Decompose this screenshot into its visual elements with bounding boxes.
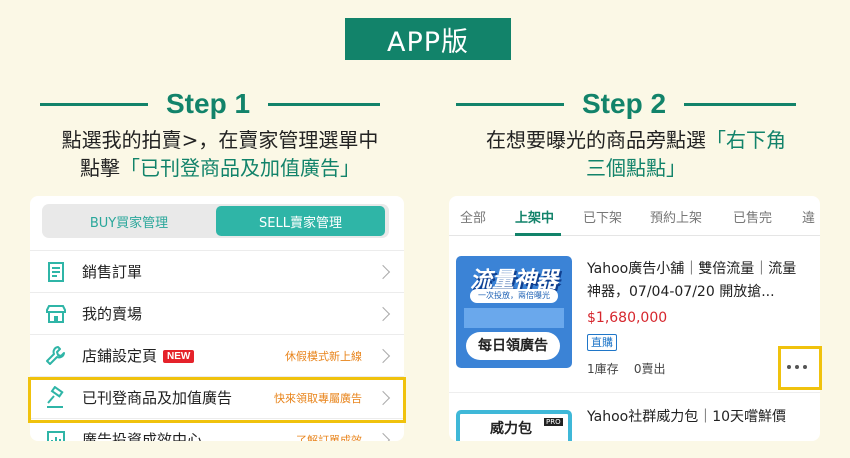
highlight-box <box>28 377 406 423</box>
tab-violation[interactable]: 違 <box>802 207 815 226</box>
tab-sold-out[interactable]: 已售完 <box>733 207 772 226</box>
sell-manage-tab[interactable]: SELL賣家管理 <box>216 206 385 236</box>
thumbnail-cta: 每日領廣告 <box>466 332 560 360</box>
step1-title: Step 1 <box>166 88 251 119</box>
step1-description: 點選我的拍賣>，在賣家管理選單中 點擊「已刊登商品及加值廣告」 <box>20 126 420 182</box>
status-tabs: 全部 上架中 已下架 預約上架 已售完 違 <box>449 196 820 236</box>
menu-item-sales-orders[interactable]: 銷售訂單 <box>30 250 404 292</box>
thumbnail-graphic <box>464 308 564 328</box>
divider-line <box>268 102 381 106</box>
row-divider <box>449 392 820 393</box>
product-stats: 1庫存 0賣出 <box>587 360 666 377</box>
thumbnail-title: 威力包 <box>490 421 532 437</box>
chevron-right-icon <box>375 348 391 363</box>
product-title[interactable]: Yahoo廣告小舖｜雙倍流量｜流量神器，07/04-07/20 開放搶... <box>587 258 809 304</box>
divider-line <box>40 102 148 106</box>
product-price: $1,680,000 <box>587 310 668 326</box>
app-version-badge: APP版 <box>345 18 511 60</box>
buy-type-tag: 直購 <box>587 334 617 351</box>
step2-desc-highlight1: 「右下角 <box>706 128 786 152</box>
highlight-box <box>778 346 822 390</box>
step2-title: Step 2 <box>582 88 667 119</box>
step2-description: 在想要曝光的商品旁點選「右下角 三個點點」 <box>434 126 838 182</box>
step2-desc-highlight2: 三個點點」 <box>586 156 686 180</box>
divider-line <box>456 102 564 106</box>
step2-desc-prefix: 在想要曝光的商品旁點選 <box>486 128 706 152</box>
menu-item-note: 了解訂單成效 <box>296 433 362 442</box>
product-thumbnail[interactable]: 流量神器 一次投放，兩倍曝光 每日領廣告 <box>456 256 572 368</box>
thumbnail-tag: PRO <box>544 418 563 426</box>
menu-item-note: 休假模式新上線 <box>285 349 362 363</box>
product-title[interactable]: Yahoo社群威力包｜10天嚐鮮價 <box>587 406 809 429</box>
menu-item-label: 廣告投資成效中心 <box>82 431 203 441</box>
product-list-panel: 全部 上架中 已下架 預約上架 已售完 違 流量神器 一次投放，兩倍曝光 每日領… <box>449 196 820 441</box>
menu-item-store-settings[interactable]: 店鋪設定頁 NEW 休假模式新上線 <box>30 334 404 376</box>
tab-listed[interactable]: 上架中 <box>515 207 554 226</box>
product-thumbnail[interactable]: 威力包 PRO <box>456 410 572 441</box>
chevron-right-icon <box>375 432 391 441</box>
menu-item-label: 店鋪設定頁 NEW <box>82 345 195 366</box>
thumbnail-subtitle: 一次投放，兩倍曝光 <box>470 289 558 303</box>
menu-item-label: 銷售訂單 <box>82 263 143 281</box>
menu-item-label: 我的賣場 <box>82 305 143 323</box>
step1-desc-prefix: 點擊 <box>80 156 120 180</box>
store-icon <box>46 304 66 323</box>
step2-desc-line1: 在想要曝光的商品旁點選「右下角 <box>434 126 838 154</box>
chart-icon <box>47 430 65 441</box>
step1-heading: Step 1 <box>40 86 396 122</box>
wrench-icon <box>46 345 65 365</box>
buy-sell-toggle: BUY買家管理 SELL賣家管理 <box>42 204 389 238</box>
buy-manage-tab[interactable]: BUY買家管理 <box>42 204 216 238</box>
stock-count: 1庫存 <box>587 362 619 376</box>
tab-scheduled[interactable]: 預約上架 <box>650 207 702 226</box>
menu-item-my-store[interactable]: 我的賣場 <box>30 292 404 334</box>
step1-desc-line1: 點選我的拍賣>，在賣家管理選單中 <box>61 128 379 152</box>
tab-delisted[interactable]: 已下架 <box>583 207 622 226</box>
tab-all[interactable]: 全部 <box>460 207 486 226</box>
new-badge: NEW <box>163 350 195 363</box>
step2-heading: Step 2 <box>456 86 816 122</box>
receipt-icon <box>48 261 64 282</box>
menu-item-text: 店鋪設定頁 <box>82 347 158 365</box>
active-tab-underline <box>515 233 561 236</box>
step1-desc-highlight: 「已刊登商品及加值廣告」 <box>120 156 360 180</box>
sold-count: 0賣出 <box>633 362 666 376</box>
divider-line <box>684 102 797 106</box>
chevron-right-icon <box>375 264 391 279</box>
chevron-right-icon <box>375 306 391 321</box>
step1-desc-line2: 點擊「已刊登商品及加值廣告」 <box>20 154 420 182</box>
